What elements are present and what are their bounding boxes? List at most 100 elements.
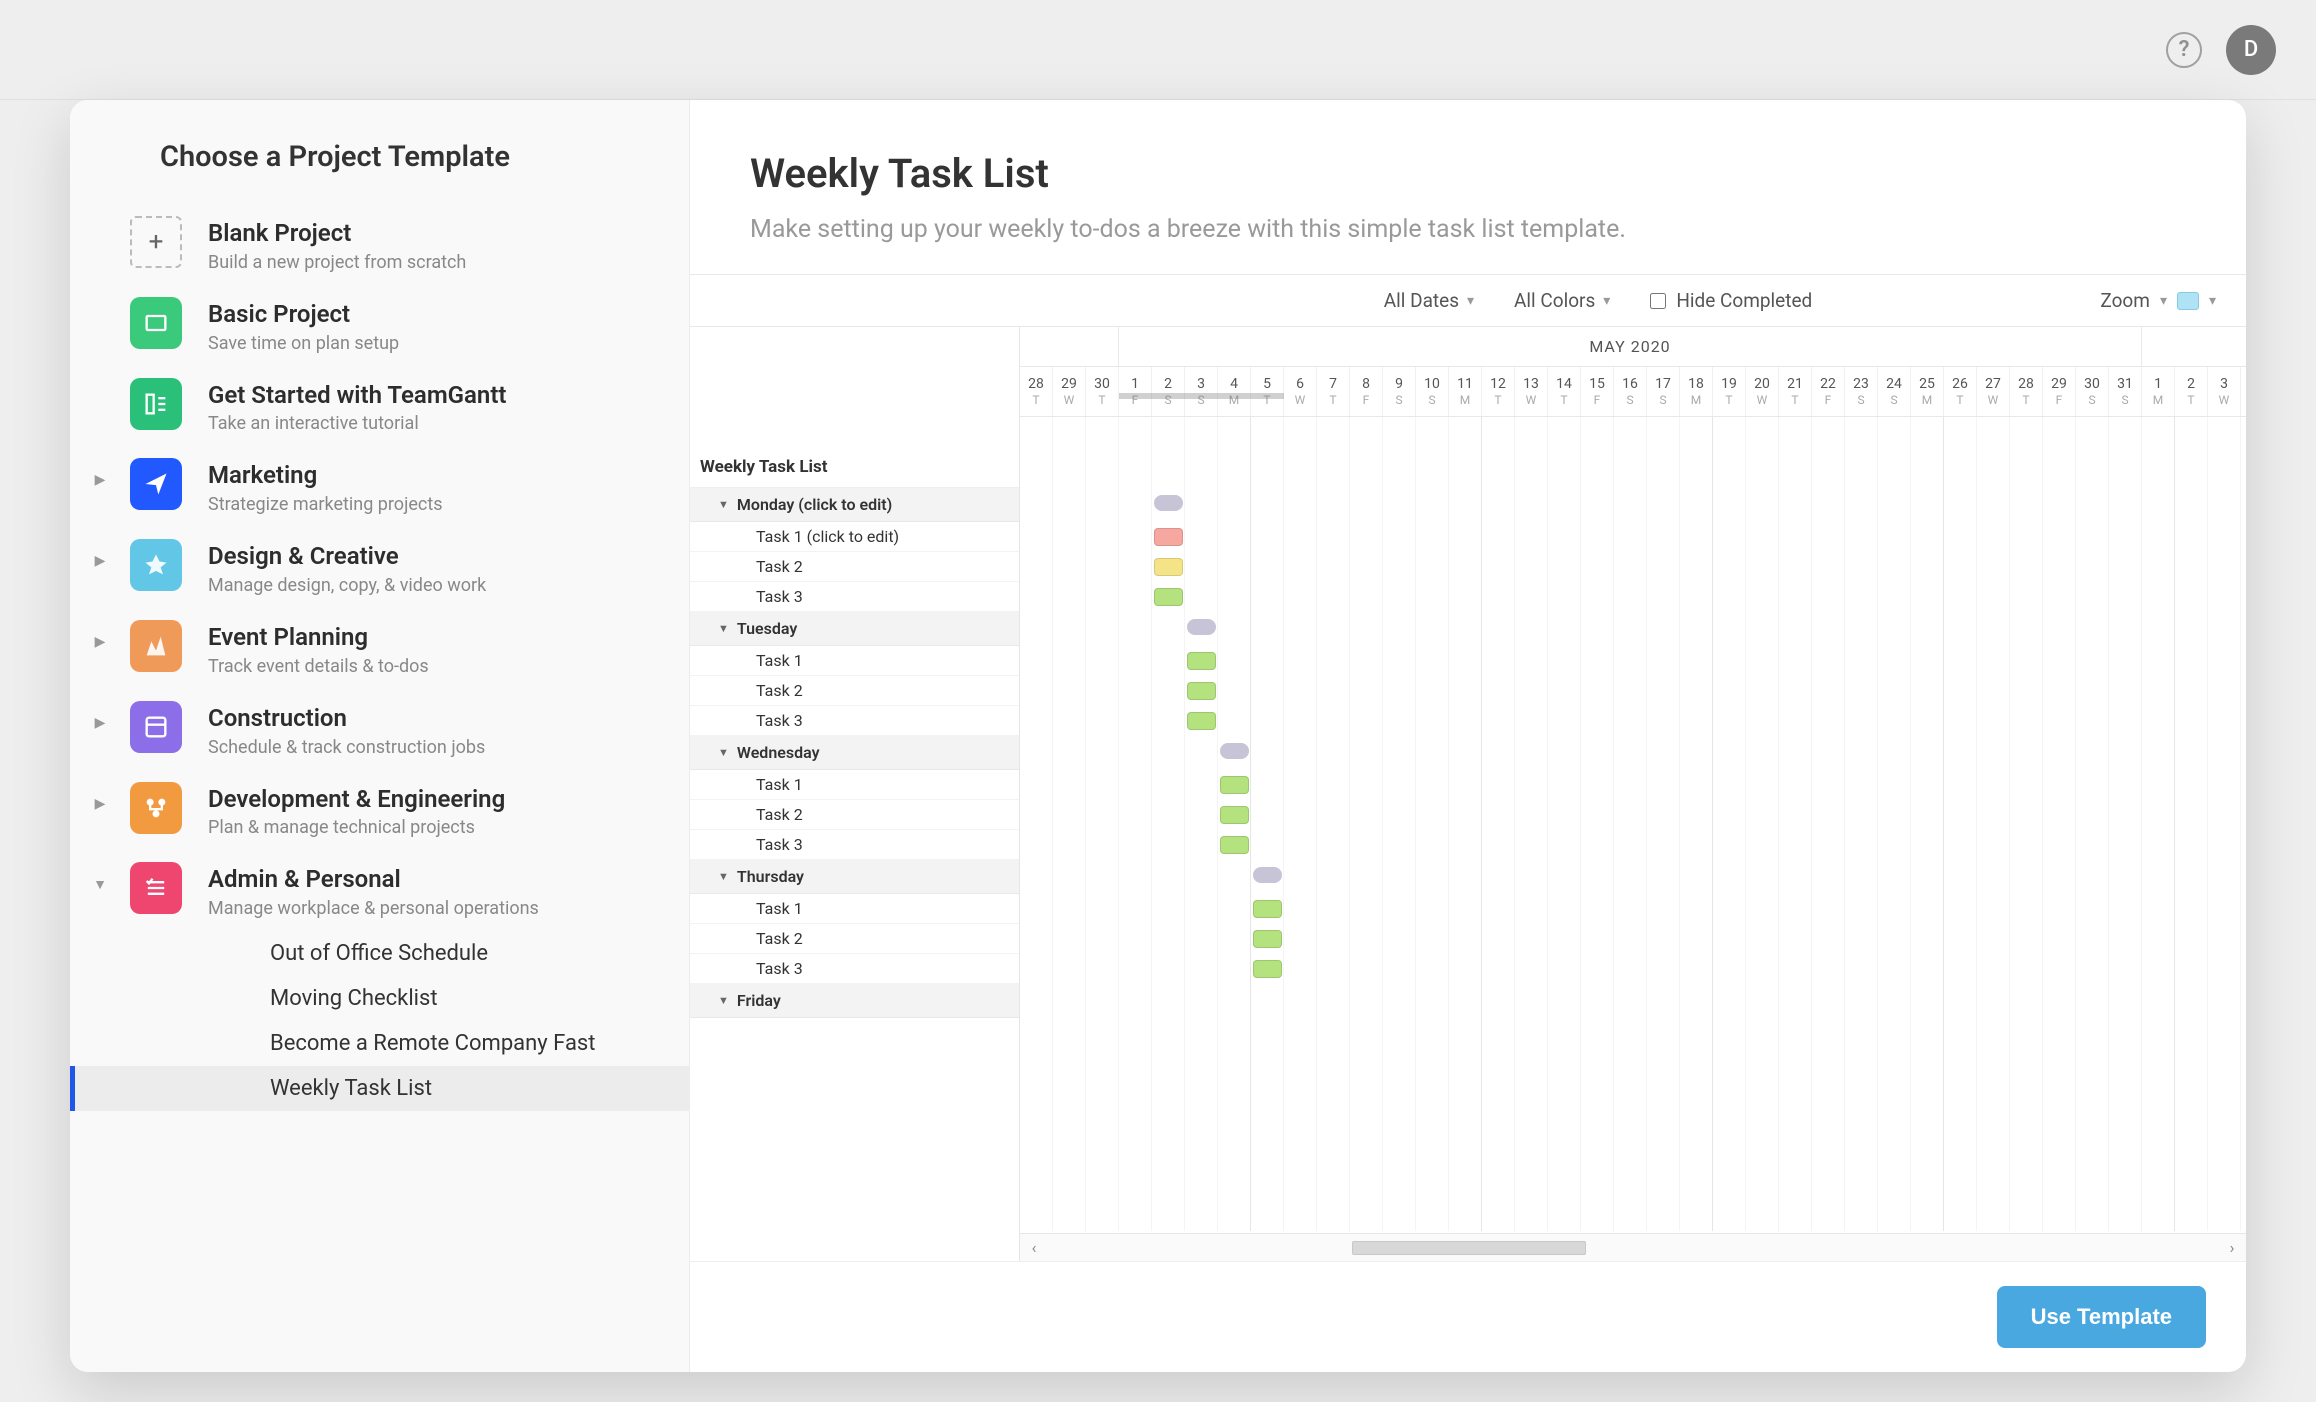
task-bar[interactable] bbox=[1220, 836, 1249, 854]
gantt-timeline[interactable]: MAY 2020JUNE 2020 28T29W30T1F2S3S4M5T6W7… bbox=[1020, 327, 2246, 1261]
task-bar[interactable] bbox=[1220, 776, 1249, 794]
task-row[interactable]: Task 1 (click to edit) bbox=[690, 522, 1019, 552]
use-template-button[interactable]: Use Template bbox=[1997, 1286, 2206, 1348]
caret-right-icon[interactable]: ▶ bbox=[70, 539, 130, 569]
scroll-right-icon[interactable]: › bbox=[2218, 1238, 2246, 1257]
current-range-marker bbox=[1119, 393, 1284, 399]
date-cell: 7T bbox=[1317, 367, 1350, 416]
date-cell: 17S bbox=[1647, 367, 1680, 416]
task-row[interactable]: Task 2 bbox=[690, 924, 1019, 954]
task-bar[interactable] bbox=[1187, 682, 1216, 700]
template-description: Make setting up your weekly to-dos a bre… bbox=[750, 215, 2186, 244]
category-icon bbox=[130, 378, 182, 430]
task-row[interactable]: Task 2 bbox=[690, 552, 1019, 582]
task-bar[interactable] bbox=[1187, 652, 1216, 670]
category-description: Schedule & track construction jobs bbox=[208, 737, 485, 758]
category-label: Marketing bbox=[208, 461, 443, 490]
help-icon[interactable]: ? bbox=[2166, 32, 2202, 68]
date-cell: 29W bbox=[1053, 367, 1086, 416]
task-row[interactable]: Task 1 bbox=[690, 646, 1019, 676]
sidebar-category[interactable]: ▶Development & EngineeringPlan & manage … bbox=[70, 770, 689, 851]
caret-right-icon[interactable]: ▶ bbox=[70, 458, 130, 488]
task-row[interactable]: Task 1 bbox=[690, 770, 1019, 800]
caret-right-icon[interactable]: ▶ bbox=[70, 782, 130, 812]
group-summary-bar[interactable] bbox=[1220, 743, 1249, 759]
category-description: Track event details & to-dos bbox=[208, 656, 429, 677]
sidebar-template-item[interactable]: Out of Office Schedule bbox=[270, 931, 689, 976]
task-bar[interactable] bbox=[1154, 588, 1183, 606]
sidebar-category[interactable]: ▶Event PlanningTrack event details & to-… bbox=[70, 608, 689, 689]
date-cell: 28T bbox=[2010, 367, 2043, 416]
date-cell: 21T bbox=[1779, 367, 1812, 416]
sidebar-template-item[interactable]: Weekly Task List bbox=[70, 1066, 689, 1111]
sidebar-category[interactable]: ▶ Construction Schedule & track constructi… bbox=[70, 689, 689, 770]
task-group-header[interactable]: ▼Monday (click to edit) bbox=[690, 488, 1019, 522]
chevron-down-icon: ▾ bbox=[2209, 293, 2216, 309]
task-bar[interactable] bbox=[1253, 930, 1282, 948]
category-icon bbox=[130, 782, 182, 834]
sidebar-category[interactable]: +Blank ProjectBuild a new project from s… bbox=[70, 204, 689, 285]
task-group-header[interactable]: ▼Thursday bbox=[690, 860, 1019, 894]
caret-right-icon bbox=[70, 297, 130, 311]
avatar[interactable]: D bbox=[2226, 25, 2276, 75]
sidebar-category[interactable]: Basic ProjectSave time on plan setup bbox=[70, 285, 689, 366]
date-cell: 18M bbox=[1680, 367, 1713, 416]
sidebar-category[interactable]: Get Started with TeamGanttTake an intera… bbox=[70, 366, 689, 447]
task-bar[interactable] bbox=[1154, 528, 1183, 546]
date-cell: 23S bbox=[1845, 367, 1878, 416]
date-cell: 9S bbox=[1383, 367, 1416, 416]
scroll-thumb[interactable] bbox=[1352, 1241, 1586, 1255]
caret-right-icon[interactable]: ▶ bbox=[70, 701, 130, 731]
hide-completed-checkbox[interactable] bbox=[1650, 293, 1666, 309]
date-cell: 12T bbox=[1482, 367, 1515, 416]
task-group-header[interactable]: ▼Friday bbox=[690, 984, 1019, 1018]
hide-completed-label: Hide Completed bbox=[1676, 289, 1812, 312]
task-bar[interactable] bbox=[1253, 960, 1282, 978]
task-group-header[interactable]: ▼Wednesday bbox=[690, 736, 1019, 770]
task-row[interactable]: Task 3 bbox=[690, 582, 1019, 612]
caret-down-icon[interactable]: ▼ bbox=[70, 862, 130, 893]
horizontal-scrollbar[interactable]: ‹ › bbox=[1020, 1233, 2246, 1261]
category-label: Admin & Personal bbox=[208, 865, 539, 894]
task-row[interactable]: Task 3 bbox=[690, 706, 1019, 736]
filter-all-colors[interactable]: All Colors ▾ bbox=[1514, 289, 1610, 312]
scroll-left-icon[interactable]: ‹ bbox=[1020, 1238, 1048, 1257]
sidebar-category[interactable]: ▼Admin & PersonalManage workplace & pers… bbox=[70, 850, 689, 931]
date-cell: 26T bbox=[1944, 367, 1977, 416]
task-bar[interactable] bbox=[1187, 712, 1216, 730]
scroll-track[interactable] bbox=[1048, 1240, 2218, 1256]
chevron-down-icon: ▾ bbox=[2160, 293, 2167, 309]
sidebar-category[interactable]: ▶MarketingStrategize marketing projects bbox=[70, 446, 689, 527]
category-icon bbox=[130, 539, 182, 591]
task-group-header[interactable]: ▼Tuesday bbox=[690, 612, 1019, 646]
task-bar[interactable] bbox=[1220, 806, 1249, 824]
category-label: Blank Project bbox=[208, 219, 466, 248]
group-summary-bar[interactable] bbox=[1154, 495, 1183, 511]
task-bar[interactable] bbox=[1154, 558, 1183, 576]
group-summary-bar[interactable] bbox=[1253, 867, 1282, 883]
template-title: Weekly Task List bbox=[750, 150, 2186, 197]
sidebar-template-item[interactable]: Become a Remote Company Fast bbox=[270, 1021, 689, 1066]
modal-footer: Use Template bbox=[690, 1261, 2246, 1372]
group-summary-bar[interactable] bbox=[1187, 619, 1216, 635]
filter-all-dates[interactable]: All Dates ▾ bbox=[1384, 289, 1474, 312]
caret-right-icon[interactable]: ▶ bbox=[70, 620, 130, 650]
caret-down-icon: ▼ bbox=[718, 994, 729, 1007]
zoom-control[interactable]: Zoom ▾ ▾ bbox=[2100, 289, 2216, 312]
hide-completed-toggle[interactable]: Hide Completed bbox=[1650, 289, 1812, 312]
chevron-down-icon: ▾ bbox=[1603, 293, 1610, 309]
task-list-column: Weekly Task List▼Monday (click to edit)T… bbox=[690, 327, 1020, 1261]
task-row[interactable]: Task 2 bbox=[690, 676, 1019, 706]
task-row[interactable]: Task 3 bbox=[690, 954, 1019, 984]
category-label: Construction bbox=[208, 704, 485, 733]
task-row[interactable]: Task 2 bbox=[690, 800, 1019, 830]
filter-all-colors-label: All Colors bbox=[1514, 289, 1595, 312]
gantt-project-title: Weekly Task List bbox=[690, 447, 1019, 488]
category-description: Manage design, copy, & video work bbox=[208, 575, 486, 596]
task-row[interactable]: Task 1 bbox=[690, 894, 1019, 924]
sidebar-category[interactable]: ▶Design & CreativeManage design, copy, &… bbox=[70, 527, 689, 608]
task-bar[interactable] bbox=[1253, 900, 1282, 918]
date-cell: 2T bbox=[2175, 367, 2208, 416]
sidebar-template-item[interactable]: Moving Checklist bbox=[270, 976, 689, 1021]
task-row[interactable]: Task 3 bbox=[690, 830, 1019, 860]
